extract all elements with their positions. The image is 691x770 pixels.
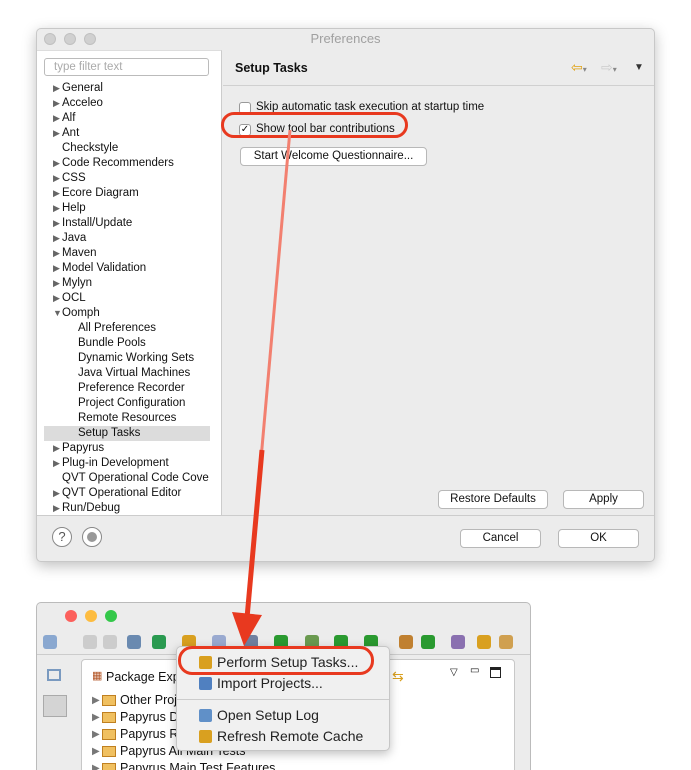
- arrow-head: [232, 612, 262, 646]
- callout-arrow: [232, 129, 292, 646]
- arrow-shaft: [244, 449, 265, 619]
